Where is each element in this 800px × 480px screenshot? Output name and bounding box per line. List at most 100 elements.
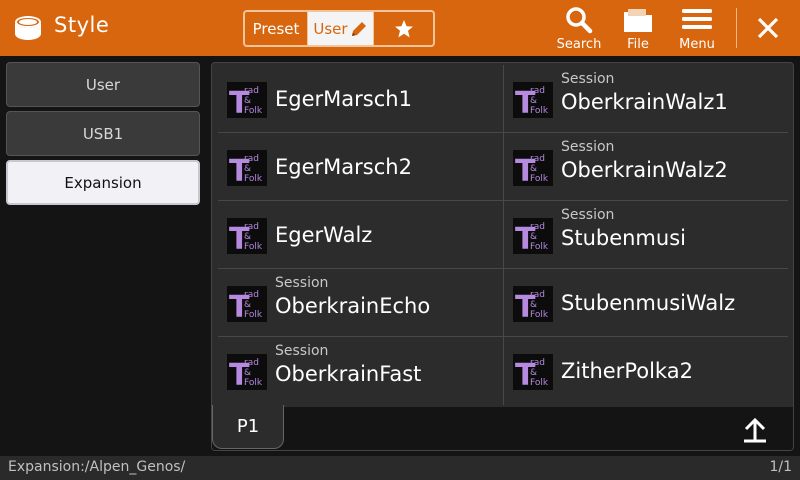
svg-text:Folk: Folk xyxy=(530,310,549,320)
hamburger-icon xyxy=(682,9,712,29)
style-name: OberkrainWalz1 xyxy=(561,90,728,114)
style-list-panel: Trad & Folk EgerMarsch1 Trad & Folk Session Ober… xyxy=(211,62,794,451)
svg-text:Folk: Folk xyxy=(530,174,549,184)
file-button[interactable]: File xyxy=(614,6,662,52)
style-subtitle: Session xyxy=(561,207,615,223)
style-name: Stubenmusi xyxy=(561,226,686,250)
sidebar-item-label: User xyxy=(85,75,121,94)
pencil-icon xyxy=(351,21,366,36)
svg-text:&: & xyxy=(530,232,537,242)
style-item[interactable]: Trad & Folk Session OberkrainWalz2 xyxy=(503,133,788,201)
style-name: OberkrainFast xyxy=(275,362,422,386)
svg-text:rad: rad xyxy=(244,86,259,96)
style-item[interactable]: Trad & Folk ZitherPolka2 xyxy=(503,337,788,405)
style-item[interactable]: Trad & Folk Session OberkrainWalz1 xyxy=(503,65,788,133)
tab-favorite[interactable] xyxy=(373,12,433,45)
style-subtitle: Session xyxy=(561,139,615,155)
svg-text:&: & xyxy=(530,96,537,106)
sidebar-item-user[interactable]: User xyxy=(6,62,200,107)
svg-text:Folk: Folk xyxy=(530,378,549,388)
star-icon xyxy=(394,19,413,37)
style-source-tabs: Preset User xyxy=(243,10,435,47)
svg-text:rad: rad xyxy=(244,222,259,232)
close-button[interactable] xyxy=(748,8,788,48)
style-item[interactable]: Trad & Folk Session Stubenmusi xyxy=(503,201,788,269)
svg-text:Folk: Folk xyxy=(244,106,263,116)
svg-text:Folk: Folk xyxy=(244,174,263,184)
style-item[interactable]: Trad & Folk EgerWalz xyxy=(218,201,503,269)
menu-button[interactable]: Menu xyxy=(672,6,722,52)
style-subtitle: Session xyxy=(561,71,615,87)
svg-text:Folk: Folk xyxy=(530,106,549,116)
svg-text:&: & xyxy=(530,368,537,378)
page-title: Style xyxy=(54,13,110,37)
svg-text:&: & xyxy=(244,96,251,106)
drive-sidebar: User USB1 Expansion xyxy=(0,56,206,456)
svg-text:rad: rad xyxy=(530,358,545,368)
trad-folk-icon: Trad&Folk xyxy=(227,354,267,390)
style-name: EgerMarsch1 xyxy=(275,87,412,111)
trad-folk-icon: Trad&Folk xyxy=(513,82,553,118)
style-name: OberkrainWalz2 xyxy=(561,158,728,182)
trad-folk-icon: Trad&Folk xyxy=(513,218,553,254)
svg-text:Folk: Folk xyxy=(244,310,263,320)
style-name: EgerMarsch2 xyxy=(275,155,412,179)
style-name: OberkrainEcho xyxy=(275,294,431,318)
trad-folk-icon: Trad&Folk xyxy=(227,150,267,186)
close-icon xyxy=(757,17,779,39)
style-item[interactable]: Trad & Folk EgerMarsch1 xyxy=(218,65,503,133)
tab-user[interactable]: User xyxy=(308,12,373,45)
trad-folk-icon: Trad&Folk xyxy=(513,354,553,390)
style-name: StubenmusiWalz xyxy=(561,291,736,315)
style-item[interactable]: Trad & Folk EgerMarsch2 xyxy=(218,133,503,201)
svg-text:Folk: Folk xyxy=(244,242,263,252)
svg-text:rad: rad xyxy=(244,358,259,368)
folder-icon xyxy=(624,9,652,32)
tab-preset[interactable]: Preset xyxy=(245,12,308,45)
trad-folk-icon: Trad&Folk xyxy=(227,286,267,322)
style-item[interactable]: Trad & Folk StubenmusiWalz xyxy=(503,269,788,337)
svg-text:Folk: Folk xyxy=(530,242,549,252)
svg-text:&: & xyxy=(244,368,251,378)
header-divider xyxy=(736,8,737,48)
search-button[interactable]: Search xyxy=(555,6,603,52)
search-icon xyxy=(566,7,593,34)
status-bar: Expansion:/Alpen_Genos/ 1/1 xyxy=(0,456,800,480)
trad-folk-icon: Trad&Folk xyxy=(513,286,553,322)
svg-text:rad: rad xyxy=(530,290,545,300)
sidebar-item-label: Expansion xyxy=(64,173,142,192)
page-tab-label: P1 xyxy=(236,416,260,437)
search-button-label: Search xyxy=(556,37,602,52)
trad-folk-icon: Trad&Folk xyxy=(513,150,553,186)
svg-text:Folk: Folk xyxy=(244,378,263,388)
svg-text:&: & xyxy=(530,164,537,174)
style-name: ZitherPolka2 xyxy=(561,359,693,383)
svg-text:rad: rad xyxy=(530,86,545,96)
up-arrow-icon[interactable] xyxy=(740,415,772,445)
tab-preset-label: Preset xyxy=(252,19,300,38)
style-item[interactable]: Trad & Folk Session OberkrainFast xyxy=(218,337,503,405)
style-item[interactable]: Trad & Folk Session OberkrainEcho xyxy=(218,269,503,337)
page-tab-p1[interactable]: P1 xyxy=(212,405,284,449)
style-subtitle: Session xyxy=(275,343,329,359)
svg-text:rad: rad xyxy=(530,222,545,232)
current-path: Expansion:/Alpen_Genos/ xyxy=(8,459,186,475)
title-bar: Style Preset User Search File Menu xyxy=(0,0,800,56)
sidebar-item-usb1[interactable]: USB1 xyxy=(6,111,200,156)
drum-icon xyxy=(15,16,41,40)
menu-button-label: Menu xyxy=(679,37,715,52)
svg-text:rad: rad xyxy=(244,154,259,164)
page-strip: P1 xyxy=(212,405,793,450)
trad-folk-icon: Trad&Folk xyxy=(227,218,267,254)
sidebar-item-label: USB1 xyxy=(82,124,124,143)
style-name: EgerWalz xyxy=(275,223,373,247)
svg-text:&: & xyxy=(244,300,251,310)
sidebar-item-expansion[interactable]: Expansion xyxy=(6,160,200,205)
page-count: 1/1 xyxy=(769,459,792,475)
file-button-label: File xyxy=(627,37,649,52)
svg-text:rad: rad xyxy=(244,290,259,300)
trad-folk-icon: Trad&Folk xyxy=(227,82,267,118)
style-list: Trad & Folk EgerMarsch1 Trad & Folk Session Ober… xyxy=(218,65,788,405)
style-subtitle: Session xyxy=(275,275,329,291)
tab-user-label: User xyxy=(313,19,348,38)
